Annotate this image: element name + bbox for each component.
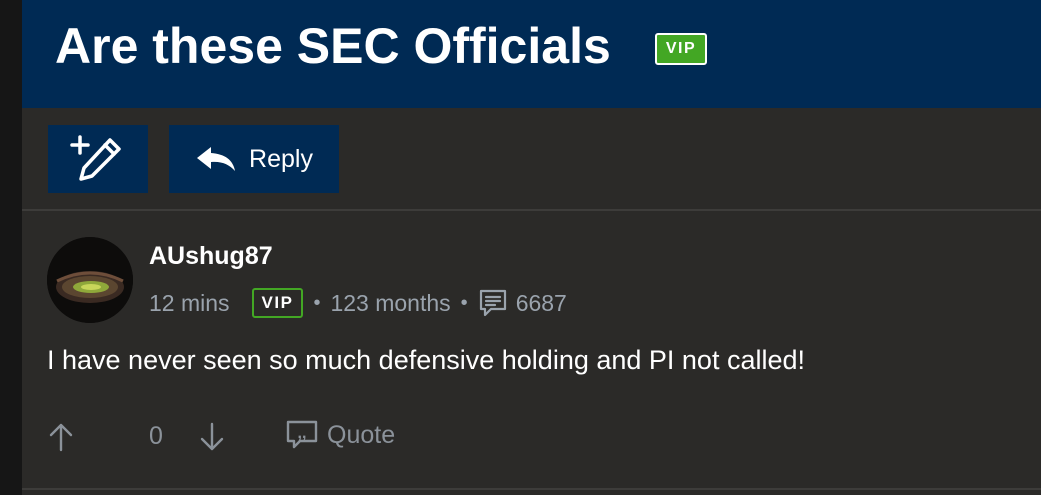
quote-icon: ,,: [286, 420, 318, 449]
reply-label: Reply: [249, 144, 313, 173]
reply-arrow-icon: [197, 147, 236, 171]
author-tenure: 123 months: [330, 289, 451, 316]
quote-button[interactable]: ,, Quote: [285, 419, 395, 451]
divider: [22, 209, 1041, 211]
downvote-arrow-icon[interactable]: [198, 422, 226, 452]
post-meta: 12 mins VIP • 123 months • 6687: [149, 286, 567, 320]
comment-count-icon: [479, 289, 506, 317]
post-body: I have never seen so much defensive hold…: [47, 345, 805, 375]
new-post-button[interactable]: [48, 125, 148, 193]
author-post-count: 6687: [515, 289, 567, 316]
author-name[interactable]: AUshug87: [149, 242, 273, 271]
stadium-avatar-image: [47, 237, 133, 323]
post-time[interactable]: 12 mins: [149, 290, 230, 317]
author-vip-badge: VIP: [251, 288, 304, 318]
pencil-plus-icon: [70, 135, 121, 181]
thread-toolbar: Reply: [22, 108, 1041, 210]
meta-separator: •: [313, 291, 321, 314]
avatar[interactable]: [47, 237, 133, 323]
post: AUshug87 12 mins VIP • 123 months • 6687…: [22, 212, 1041, 488]
thread-header: Are these SEC Officials VIP: [22, 0, 1041, 108]
vip-badge: VIP: [655, 33, 707, 65]
divider: [22, 488, 1041, 490]
left-rail: [0, 0, 22, 495]
meta-separator: •: [460, 291, 468, 314]
upvote-arrow-icon[interactable]: [47, 422, 75, 452]
svg-text:,,: ,,: [298, 425, 307, 442]
vote-count: 0: [149, 422, 163, 450]
quote-label: Quote: [327, 420, 396, 449]
thread-title: Are these SEC Officials: [55, 18, 611, 74]
reply-button[interactable]: Reply: [169, 125, 339, 193]
